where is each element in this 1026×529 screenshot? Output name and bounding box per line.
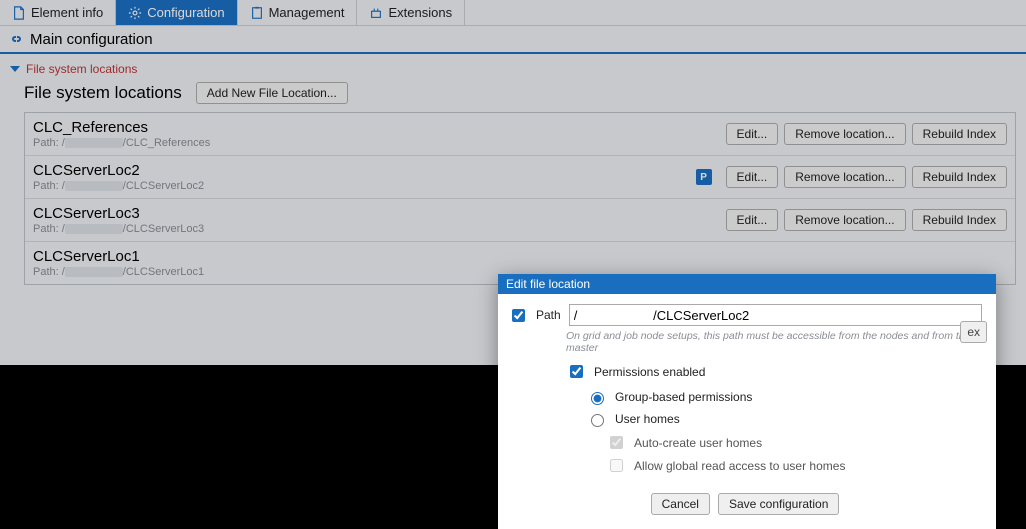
chevron-down-icon	[10, 66, 20, 72]
link-icon	[8, 31, 24, 47]
path-enabled-checkbox[interactable]	[512, 309, 525, 322]
subheader: Main configuration	[0, 26, 1026, 54]
auto-create-checkbox	[610, 436, 623, 449]
tab-label: Element info	[31, 5, 103, 20]
rebuild-button[interactable]: Rebuild Index	[912, 123, 1007, 145]
path-input[interactable]	[569, 304, 982, 326]
rebuild-button[interactable]: Rebuild Index	[912, 166, 1007, 188]
cancel-button[interactable]: Cancel	[651, 493, 710, 515]
remove-button[interactable]: Remove location...	[784, 166, 905, 188]
location-path: Path: /xxxx/CLCServerLoc3	[33, 223, 718, 235]
location-name: CLC_References	[33, 119, 718, 136]
user-homes-radio[interactable]	[591, 414, 604, 427]
edit-button[interactable]: Edit...	[726, 166, 779, 188]
subheader-title: Main configuration	[30, 31, 153, 48]
auto-create-label: Auto-create user homes	[634, 436, 762, 450]
obscured-button[interactable]: ex	[960, 321, 987, 343]
section-collapser[interactable]: File system locations	[10, 62, 1016, 76]
user-homes-label: User homes	[615, 412, 680, 426]
location-row: CLCServerLoc2Path: /xxxx/CLCServerLoc2 PE…	[25, 156, 1015, 199]
edit-file-location-dialog: Edit file location Path On grid and job …	[498, 274, 996, 529]
collapser-label: File system locations	[26, 62, 137, 76]
location-path: Path: /xxxx/CLC_References	[33, 137, 718, 149]
location-name: CLCServerLoc2	[33, 162, 688, 179]
gear-icon	[128, 6, 142, 20]
rebuild-button[interactable]: Rebuild Index	[912, 209, 1007, 231]
clipboard-icon	[250, 6, 264, 20]
group-based-label: Group-based permissions	[615, 390, 752, 404]
plugin-icon	[369, 6, 383, 20]
tab-element-info[interactable]: Element info	[0, 0, 116, 25]
location-row: CLCServerLoc3Path: /xxxx/CLCServerLoc3 Ed…	[25, 199, 1015, 242]
tab-bar: Element info Configuration Management Ex…	[0, 0, 1026, 26]
edit-button[interactable]: Edit...	[726, 209, 779, 231]
location-name: CLCServerLoc3	[33, 205, 718, 222]
tab-label: Management	[269, 5, 345, 20]
location-path: Path: /xxxx/CLCServerLoc2	[33, 180, 688, 192]
remove-button[interactable]: Remove location...	[784, 209, 905, 231]
path-hint: On grid and job node setups, this path m…	[566, 330, 982, 354]
section-title: File system locations	[24, 83, 182, 103]
tab-label: Configuration	[147, 5, 224, 20]
locations-list: CLC_ReferencesPath: /xxxx/CLC_References…	[24, 112, 1016, 285]
group-based-radio[interactable]	[591, 392, 604, 405]
dialog-title: Edit file location	[498, 274, 996, 294]
path-label: Path	[536, 308, 561, 322]
allow-global-label: Allow global read access to user homes	[634, 459, 845, 473]
edit-button[interactable]: Edit...	[726, 123, 779, 145]
allow-global-checkbox	[610, 459, 623, 472]
remove-button[interactable]: Remove location...	[784, 123, 905, 145]
tab-configuration[interactable]: Configuration	[116, 0, 237, 25]
tab-label: Extensions	[388, 5, 452, 20]
tab-management[interactable]: Management	[238, 0, 358, 25]
location-name: CLCServerLoc1	[33, 248, 999, 265]
save-configuration-button[interactable]: Save configuration	[718, 493, 839, 515]
add-file-location-button[interactable]: Add New File Location...	[196, 82, 348, 104]
permissions-badge: P	[696, 169, 712, 185]
permissions-enabled-label: Permissions enabled	[594, 365, 705, 379]
page-icon	[12, 6, 26, 20]
tab-extensions[interactable]: Extensions	[357, 0, 465, 25]
permissions-enabled-checkbox[interactable]	[570, 365, 583, 378]
location-row: CLC_ReferencesPath: /xxxx/CLC_References…	[25, 113, 1015, 156]
